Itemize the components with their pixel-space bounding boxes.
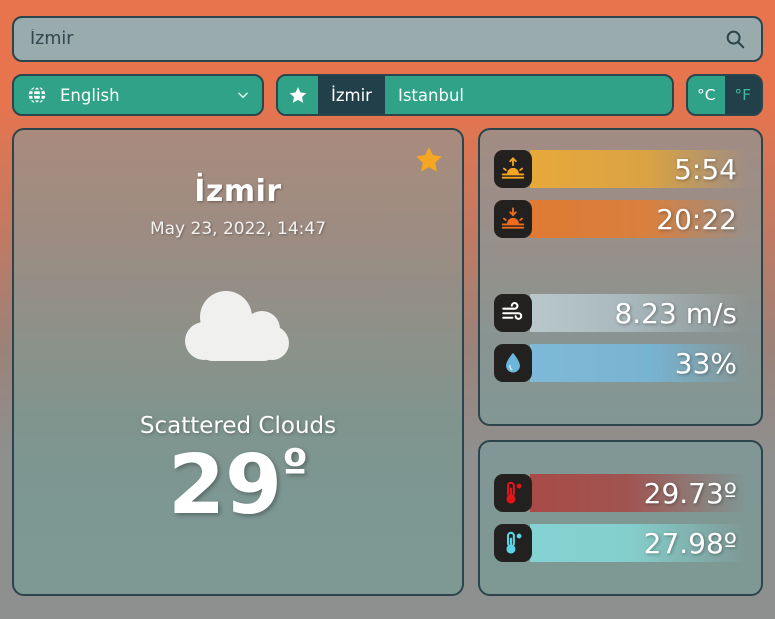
favorites-bar: İzmir Istanbul xyxy=(276,74,674,116)
favorite-label: Istanbul xyxy=(397,85,464,105)
wind-row: 8.23 m/s xyxy=(494,294,747,332)
unit-fahrenheit-button[interactable]: °F xyxy=(724,76,761,114)
sunset-row: 20:22 xyxy=(494,200,747,238)
temp-min-value: 27.98º xyxy=(643,526,737,560)
chevron-down-icon[interactable] xyxy=(236,88,250,102)
panel-spacer xyxy=(494,250,747,294)
thermometer-cold-icon xyxy=(494,524,532,562)
current-temperature: 29º xyxy=(167,438,309,533)
page-title: İzmir xyxy=(194,174,282,209)
unit-celsius-button[interactable]: °C xyxy=(688,76,725,114)
temp-max-bar: 29.73º xyxy=(530,474,747,512)
cloud-icon xyxy=(174,279,302,375)
current-weather-card: İzmir May 23, 2022, 14:47 Scattered Clou… xyxy=(12,128,464,596)
details-column: 5:54 20:22 8.23 m/s 33% 29.73º 27.98º xyxy=(478,128,763,596)
humidity-icon xyxy=(494,344,532,382)
temp-min-bar: 27.98º xyxy=(530,524,747,562)
favorite-item-istanbul[interactable]: Istanbul xyxy=(384,76,477,114)
favorite-label: İzmir xyxy=(331,85,372,105)
weather-app: English İzmir Istanbul °C xyxy=(0,0,775,619)
globe-icon xyxy=(26,84,48,106)
unit-label: °C xyxy=(696,86,716,104)
wind-icon xyxy=(494,294,532,332)
sunrise-value: 5:54 xyxy=(674,152,737,186)
sunrise-row: 5:54 xyxy=(494,150,747,188)
weather-condition: Scattered Clouds xyxy=(139,413,337,439)
current-datetime: May 23, 2022, 14:47 xyxy=(149,219,327,239)
sunset-bar: 20:22 xyxy=(530,200,747,238)
language-select[interactable]: English xyxy=(12,74,264,116)
search-input[interactable] xyxy=(30,29,713,49)
thermometer-hot-icon xyxy=(494,474,532,512)
temp-max-row: 29.73º xyxy=(494,474,747,512)
toolbar: English İzmir Istanbul °C °F xyxy=(12,74,763,116)
sunrise-bar: 5:54 xyxy=(530,150,747,188)
add-favorite-button[interactable] xyxy=(278,76,318,114)
temp-max-value: 29.73º xyxy=(643,476,737,510)
sunset-value: 20:22 xyxy=(656,202,737,236)
favorite-star-icon[interactable] xyxy=(414,144,444,174)
sunset-icon xyxy=(494,200,532,238)
star-icon xyxy=(289,87,307,103)
temp-min-row: 27.98º xyxy=(494,524,747,562)
sun-and-air-panel: 5:54 20:22 8.23 m/s 33% xyxy=(478,128,763,426)
wind-value: 8.23 m/s xyxy=(614,296,737,330)
unit-toggle: °C °F xyxy=(686,74,763,116)
humidity-value: 33% xyxy=(674,346,737,380)
search-bar[interactable] xyxy=(12,16,763,62)
language-label: English xyxy=(60,85,120,105)
favorite-item-izmir[interactable]: İzmir xyxy=(318,76,385,114)
humidity-bar: 33% xyxy=(530,344,747,382)
sunrise-icon xyxy=(494,150,532,188)
humidity-row: 33% xyxy=(494,344,747,382)
degree-symbol: º xyxy=(282,439,309,493)
unit-label: °F xyxy=(734,86,752,104)
search-icon[interactable] xyxy=(723,27,747,51)
temperature-value: 29 xyxy=(167,438,283,533)
temperature-range-panel: 29.73º 27.98º xyxy=(478,440,763,596)
wind-bar: 8.23 m/s xyxy=(530,294,747,332)
content-area: İzmir May 23, 2022, 14:47 Scattered Clou… xyxy=(12,128,763,596)
